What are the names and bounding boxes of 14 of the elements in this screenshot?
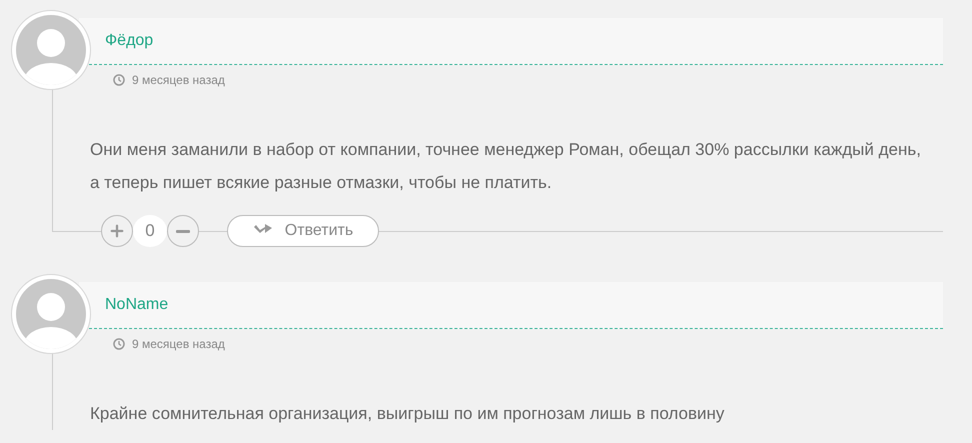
comment-text: Крайне сомнительная организация, выигрыш по им прогнозам лишь в половину	[90, 403, 726, 425]
reply-button[interactable]: Ответить	[227, 215, 379, 247]
downvote-button[interactable]	[167, 215, 199, 247]
comment-text: Они меня заманили в набор от компании, точнее менеджер Роман, обещал 30% рассылки каждый день, а теперь пишет всякие разные отмазки, чтобы не платить.	[90, 139, 922, 194]
comment-time: 9 месяцев назад	[132, 73, 225, 87]
author-name[interactable]: Фёдор	[105, 32, 154, 50]
minus-icon	[176, 230, 190, 232]
clock-icon	[113, 74, 125, 86]
upvote-button[interactable]	[101, 215, 133, 247]
vote-score: 0	[133, 215, 167, 247]
comment-time: 9 месяцев назад	[132, 337, 225, 351]
plus-icon	[108, 222, 126, 240]
clock-icon	[113, 338, 125, 350]
author-name[interactable]: NoName	[105, 296, 168, 314]
